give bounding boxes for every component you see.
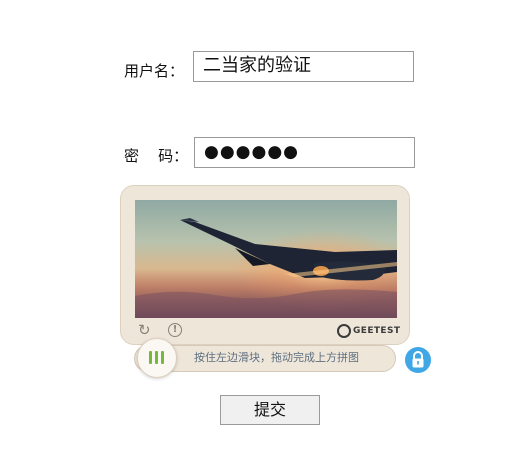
geetest-brand: GEETEST [353,326,401,336]
slider-grip-icon [149,351,152,364]
slider-grip-icon [155,351,158,364]
slider-knob[interactable] [137,338,177,378]
username-input[interactable]: 二当家的验证 [193,51,414,82]
password-input[interactable]: ●●●●●● [194,137,415,168]
lock-icon [405,347,431,373]
username-label: 用户名： [124,62,185,80]
captcha-airplane-wing-image [135,200,397,318]
refresh-icon[interactable]: ↻ [138,322,151,338]
info-icon[interactable]: ! [168,323,182,337]
captcha-image [135,200,397,318]
geetest-logo-icon [337,324,351,338]
submit-button[interactable]: 提交 [220,395,320,425]
slider-grip-icon [161,351,164,364]
slider-hint: 按住左边滑块，拖动完成上方拼图 [194,351,359,364]
captcha-panel: ↻ ! GEETEST [120,185,410,345]
password-label: 密 码： [124,147,189,165]
